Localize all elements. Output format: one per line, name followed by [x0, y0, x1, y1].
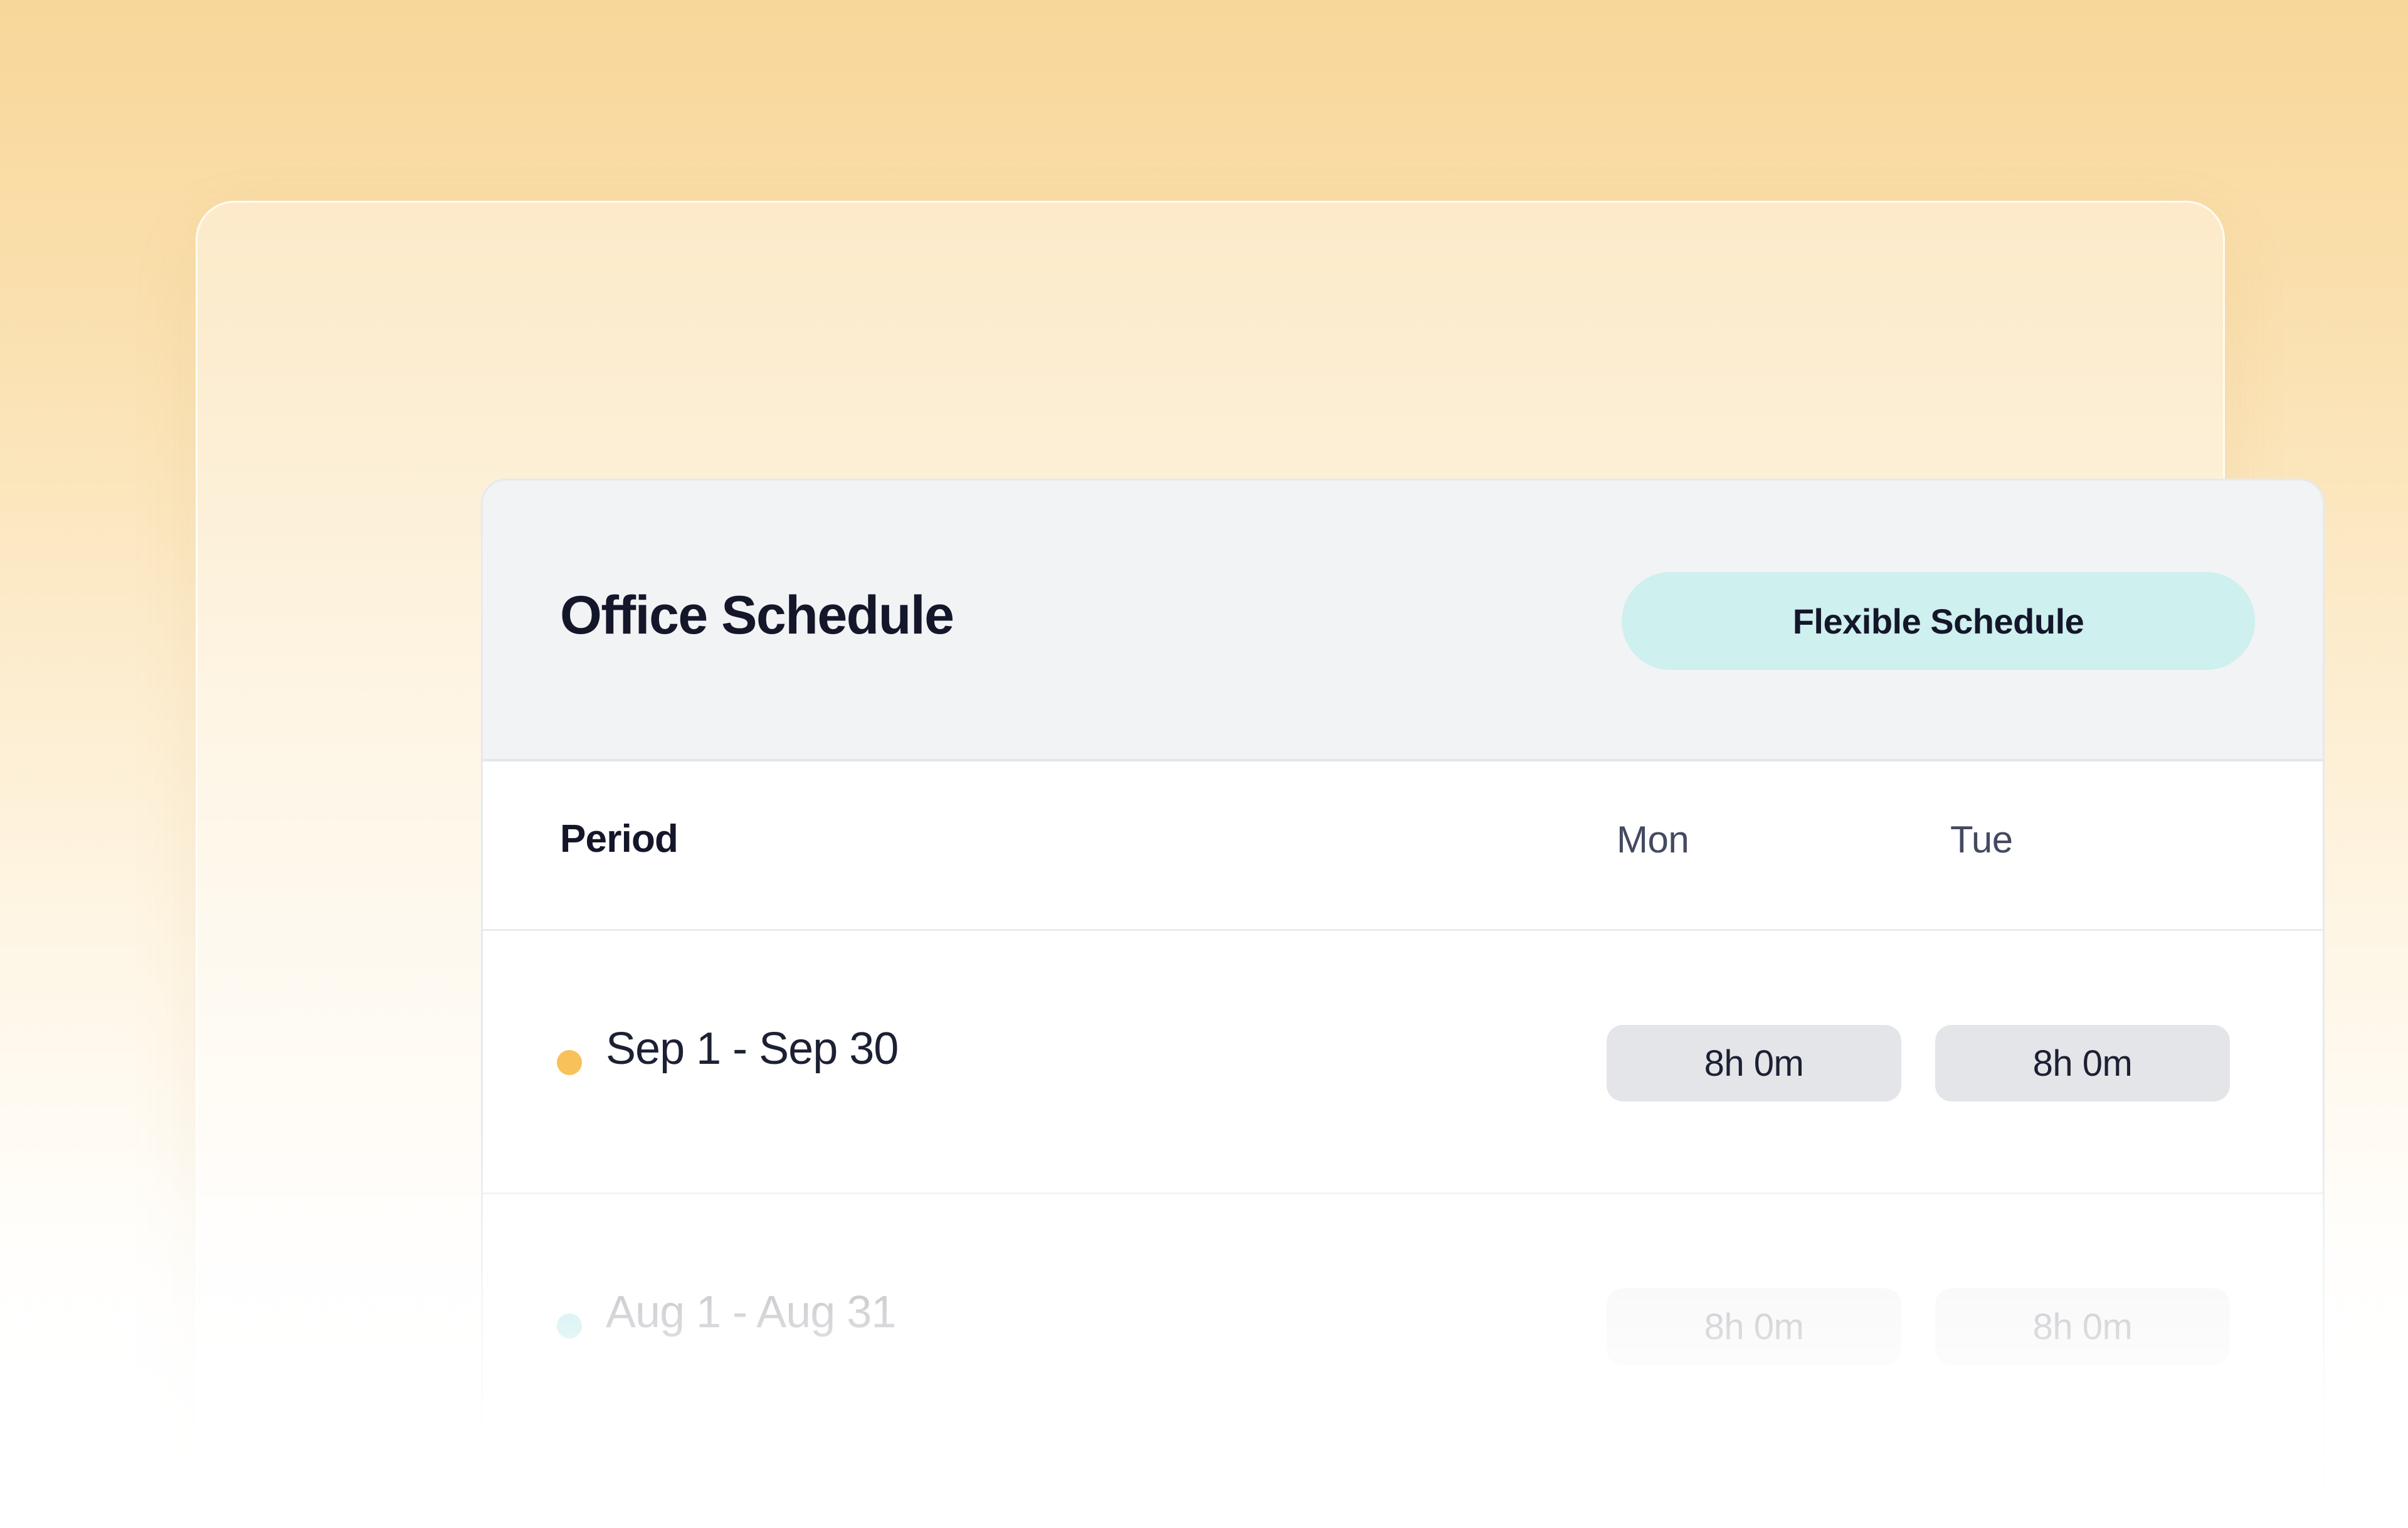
hours-value: 8h 0m — [1704, 1043, 1804, 1084]
hours-cell-mon[interactable]: 8h 0m — [1607, 1025, 1901, 1101]
schedule-table: Period Mon Tue Sep 1 - Sep 30 8h 0m 8h 0… — [483, 761, 2323, 1528]
table-row[interactable]: Sep 1 - Sep 30 8h 0m 8h 0m — [483, 931, 2323, 1194]
hours-value: 8h 0m — [1704, 1306, 1804, 1347]
flexible-schedule-badge-label: Flexible Schedule — [1792, 601, 2084, 641]
period-status-dot-icon — [557, 1313, 582, 1339]
table-header-row: Period Mon Tue — [483, 761, 2323, 931]
column-header-tue: Tue — [1950, 819, 2013, 861]
flexible-schedule-badge[interactable]: Flexible Schedule — [1622, 572, 2255, 670]
period-label: Aug 1 - Aug 31 — [606, 1287, 896, 1337]
column-header-period: Period — [560, 817, 679, 861]
page-title: Office Schedule — [560, 585, 954, 645]
table-row[interactable]: Jul 1 - Jul 31 8h 0m 8h 0m — [483, 1458, 2323, 1528]
card-header: Office Schedule Flexible Schedule — [483, 480, 2323, 761]
period-label: Sep 1 - Sep 30 — [606, 1024, 899, 1074]
hours-cell-tue[interactable]: 8h 0m — [1935, 1288, 2230, 1365]
hours-value: 8h 0m — [2032, 1043, 2133, 1084]
device-frame: Office Schedule Flexible Schedule Period… — [196, 201, 2325, 1528]
office-schedule-card: Office Schedule Flexible Schedule Period… — [481, 479, 2325, 1528]
page-background: Office Schedule Flexible Schedule Period… — [0, 0, 2408, 1528]
period-status-dot-icon — [557, 1050, 582, 1075]
hours-value: 8h 0m — [2032, 1306, 2133, 1347]
column-header-mon: Mon — [1617, 819, 1689, 861]
hours-cell-mon[interactable]: 8h 0m — [1607, 1288, 1901, 1365]
hours-cell-tue[interactable]: 8h 0m — [1935, 1025, 2230, 1101]
table-row[interactable]: Aug 1 - Aug 31 8h 0m 8h 0m — [483, 1194, 2323, 1458]
